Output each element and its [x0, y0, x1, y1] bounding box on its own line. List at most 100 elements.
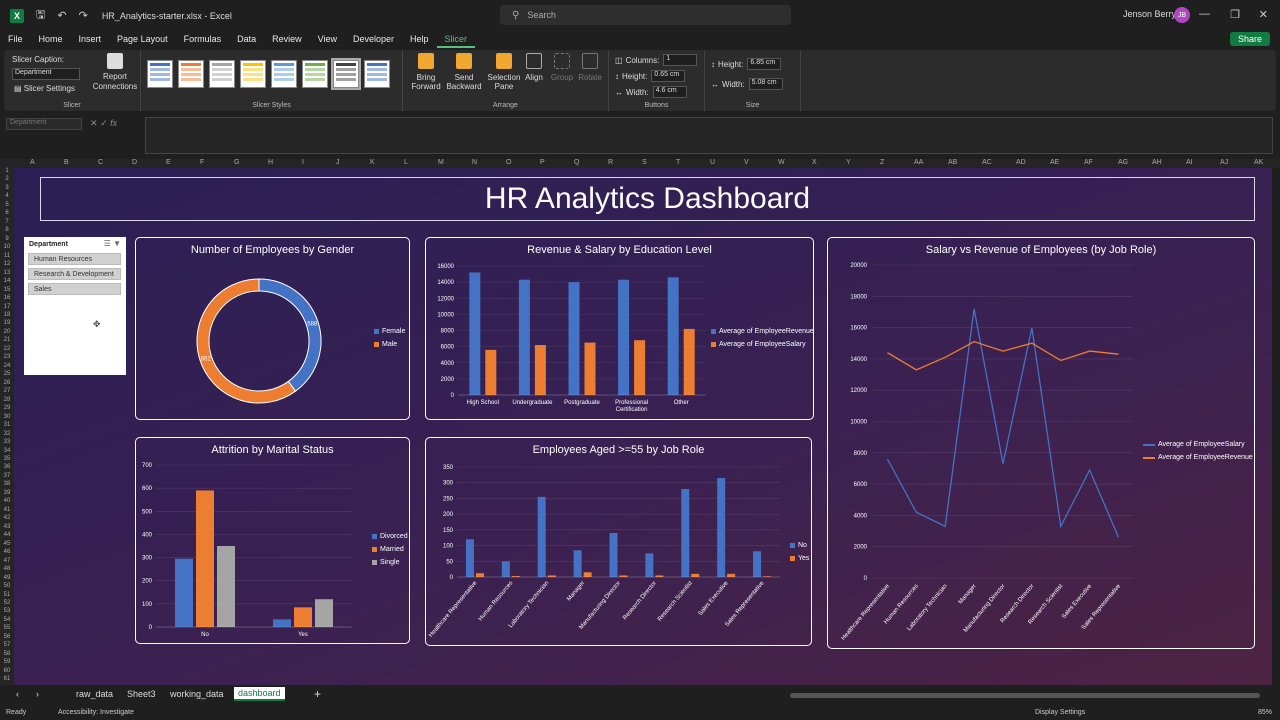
save-icon[interactable]: 🖫	[36, 6, 45, 25]
row-header[interactable]: 4	[0, 193, 14, 199]
row-header[interactable]: 10	[0, 244, 14, 250]
next-sheet-icon[interactable]: ›	[36, 689, 39, 699]
column-header[interactable]: AI	[1186, 159, 1193, 166]
row-header[interactable]: 57	[0, 642, 14, 648]
column-header[interactable]: K	[370, 159, 375, 166]
undo-icon[interactable]: ↶	[57, 9, 66, 22]
column-header[interactable]: Q	[574, 159, 579, 166]
row-header[interactable]: 27	[0, 388, 14, 394]
size-height-input[interactable]: 6.85 cm	[747, 58, 782, 70]
column-header[interactable]: AK	[1254, 159, 1263, 166]
row-header[interactable]: 45	[0, 541, 14, 547]
menu-tab-file[interactable]: File	[0, 31, 31, 48]
chart-aged[interactable]: Employees Aged >=55 by Job Role 0 50 100 15…	[425, 437, 812, 646]
row-header[interactable]: 17	[0, 304, 14, 310]
chart-education[interactable]: Revenue & Salary by Education Level 0 200…	[425, 237, 814, 420]
row-header[interactable]: 60	[0, 668, 14, 674]
search-input[interactable]: ⚲ Search	[500, 5, 791, 25]
restore-icon[interactable]: ❐	[1230, 8, 1240, 21]
menu-tab-formulas[interactable]: Formulas	[176, 31, 230, 48]
sheet-tab-raw-data[interactable]: raw_data	[76, 689, 113, 699]
menu-tab-help[interactable]: Help	[402, 31, 437, 48]
slicer-style-swatch[interactable]	[178, 60, 204, 88]
column-header[interactable]: J	[336, 159, 340, 166]
column-header[interactable]: C	[98, 159, 103, 166]
row-header[interactable]: 43	[0, 524, 14, 530]
column-header[interactable]: V	[744, 159, 749, 166]
column-header[interactable]: AF	[1084, 159, 1093, 166]
row-header[interactable]: 6	[0, 210, 14, 216]
menu-tab-review[interactable]: Review	[264, 31, 310, 48]
column-header[interactable]: W	[778, 159, 785, 166]
formula-input[interactable]	[145, 117, 1273, 154]
prev-sheet-icon[interactable]: ‹	[16, 689, 19, 699]
sheet-tab-sheet3[interactable]: Sheet3	[127, 689, 156, 699]
row-header[interactable]: 51	[0, 592, 14, 598]
row-header[interactable]: 25	[0, 371, 14, 377]
row-header[interactable]: 47	[0, 558, 14, 564]
menu-tab-home[interactable]: Home	[31, 31, 71, 48]
row-header[interactable]: 31	[0, 422, 14, 428]
column-header[interactable]: F	[200, 159, 204, 166]
row-header[interactable]: 56	[0, 634, 14, 640]
row-header[interactable]: 20	[0, 329, 14, 335]
row-header[interactable]: 59	[0, 659, 14, 665]
slicer-style-swatch[interactable]	[302, 60, 328, 88]
column-header[interactable]: X	[812, 159, 817, 166]
row-header[interactable]: 22	[0, 346, 14, 352]
department-slicer[interactable]: Department ☰ ▼ Human Resources Research …	[24, 237, 126, 375]
column-header[interactable]: AB	[948, 159, 957, 166]
column-header[interactable]: R	[608, 159, 613, 166]
slicer-style-swatch[interactable]	[209, 60, 235, 88]
slicer-style-swatch[interactable]	[364, 60, 390, 88]
row-header[interactable]: 2	[0, 176, 14, 182]
row-header[interactable]: 5	[0, 202, 14, 208]
row-header[interactable]: 37	[0, 473, 14, 479]
row-header[interactable]: 50	[0, 583, 14, 589]
row-header[interactable]: 32	[0, 431, 14, 437]
column-header[interactable]: AA	[914, 159, 923, 166]
button-height-input[interactable]: 0.65 cm	[651, 70, 686, 82]
column-header[interactable]: A	[30, 159, 35, 166]
row-header[interactable]: 49	[0, 575, 14, 581]
row-header[interactable]: 13	[0, 270, 14, 276]
chart-gender[interactable]: Number of Employees by Gender 588 882 Fem…	[135, 237, 410, 420]
column-header[interactable]: P	[540, 159, 545, 166]
row-header[interactable]: 12	[0, 261, 14, 267]
menu-tab-page-layout[interactable]: Page Layout	[109, 31, 176, 48]
column-header[interactable]: T	[676, 159, 680, 166]
close-icon[interactable]: ✕	[1259, 8, 1268, 21]
column-header[interactable]: L	[404, 159, 408, 166]
row-header[interactable]: 18	[0, 312, 14, 318]
send-backward-button[interactable]: Send Backward	[445, 53, 483, 91]
row-header[interactable]: 3	[0, 185, 14, 191]
column-header[interactable]: AG	[1118, 159, 1128, 166]
zoom-level[interactable]: 85%	[1258, 709, 1272, 716]
bring-forward-button[interactable]: Bring Forward	[407, 53, 445, 91]
row-header[interactable]: 61	[0, 676, 14, 682]
column-header[interactable]: Y	[846, 159, 851, 166]
row-header[interactable]: 36	[0, 464, 14, 470]
accessibility-status[interactable]: Accessibility: Investigate	[58, 709, 134, 716]
column-header[interactable]: M	[438, 159, 444, 166]
fx-icon[interactable]: fx	[110, 118, 117, 128]
minimize-icon[interactable]: —	[1199, 8, 1210, 20]
column-header[interactable]: AH	[1152, 159, 1162, 166]
menu-tab-view[interactable]: View	[310, 31, 345, 48]
clear-filter-icon[interactable]: ▼	[113, 239, 121, 248]
slicer-item-sales[interactable]: Sales	[28, 283, 121, 295]
rotate-button[interactable]: Rotate	[571, 53, 609, 82]
report-connections-button[interactable]: Report Connections	[92, 53, 138, 92]
row-header[interactable]: 41	[0, 507, 14, 513]
column-header[interactable]: B	[64, 159, 69, 166]
slicer-style-swatch[interactable]	[147, 60, 173, 88]
slicer-style-swatch[interactable]	[271, 60, 297, 88]
column-header[interactable]: AC	[982, 159, 992, 166]
redo-icon[interactable]: ↷	[79, 9, 88, 22]
menu-tab-slicer[interactable]: Slicer	[436, 31, 476, 48]
avatar[interactable]: JB	[1174, 7, 1190, 23]
column-header[interactable]: G	[234, 159, 239, 166]
row-header[interactable]: 39	[0, 490, 14, 496]
row-header[interactable]: 21	[0, 337, 14, 343]
menu-tab-insert[interactable]: Insert	[71, 31, 110, 48]
